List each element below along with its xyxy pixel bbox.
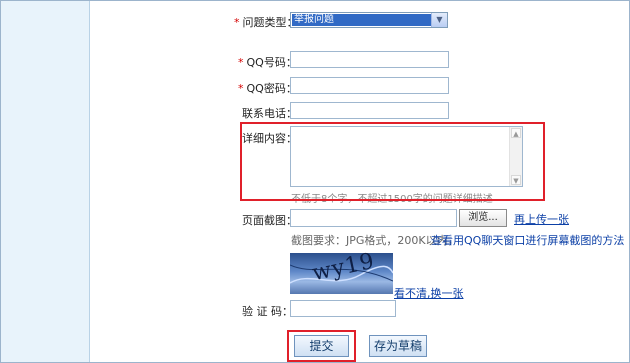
question-type-selected: 举报问题 [292,14,431,26]
chevron-down-icon[interactable]: ▼ [431,13,447,27]
screenshot-howto-link[interactable]: 查看用QQ聊天窗口进行屏幕截图的方法 [431,232,624,248]
submit-highlight-box [287,330,356,362]
qq-number-label: * QQ号码： [238,54,297,70]
required-mark: * [238,56,244,69]
screenshot-label: 页面截图： [242,214,297,227]
screenshot-file-input[interactable] [290,209,457,227]
required-mark: * [238,82,244,95]
verify-label: 验 证 码： [242,305,293,318]
phone-input[interactable] [290,102,449,119]
phone-label: 联系电话： [242,107,297,120]
qq-password-input[interactable] [290,77,449,94]
question-type-select[interactable]: 举报问题 ▼ [290,12,448,28]
question-type-label: * 问题类型： [234,14,298,30]
browse-button[interactable]: 浏览... [459,209,507,227]
qq-password-label: * QQ密码： [238,80,297,96]
captcha-refresh-link[interactable]: 看不清,换一张 [394,285,464,301]
left-sidebar [1,1,90,362]
reupload-link[interactable]: 再上传一张 [514,211,569,227]
required-mark: * [234,16,240,29]
save-draft-button[interactable]: 存为草稿 [369,335,427,357]
verify-input[interactable] [290,300,396,317]
qq-number-input[interactable] [290,51,449,68]
details-highlight-box [240,122,545,201]
